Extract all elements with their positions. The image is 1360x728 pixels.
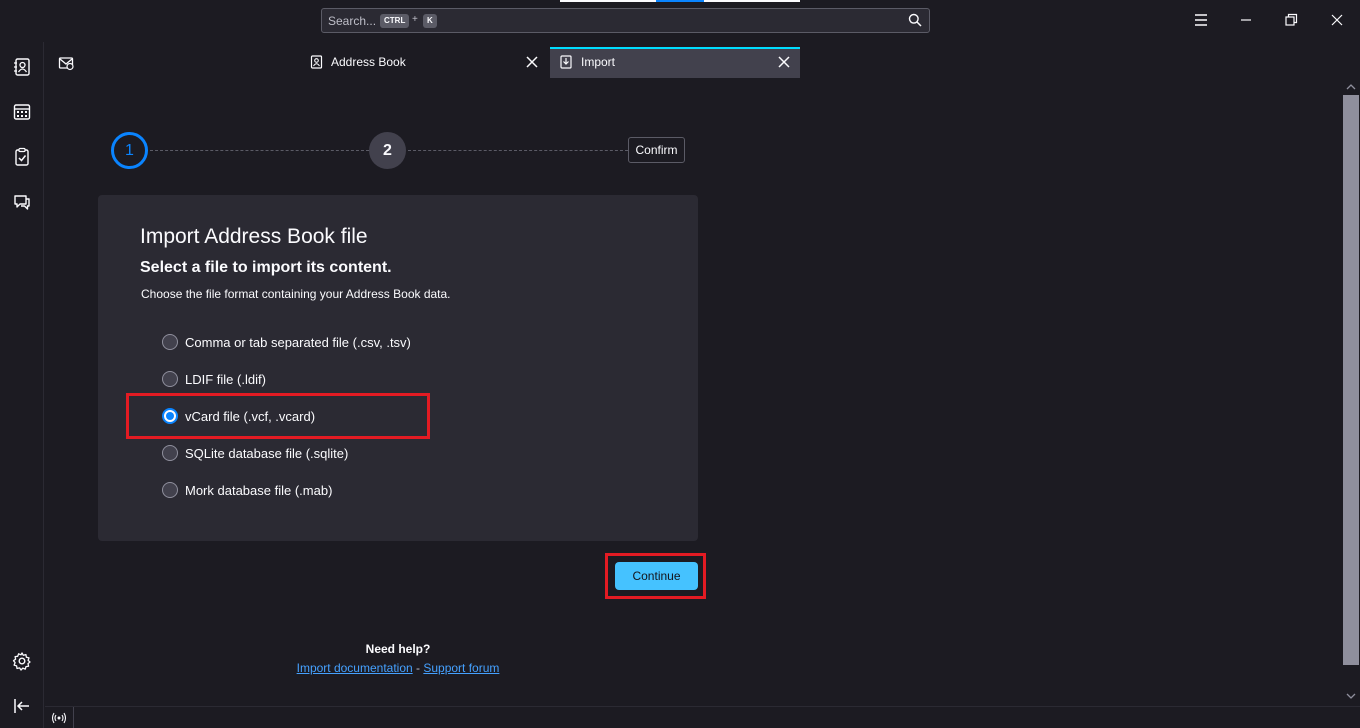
status-bar [45, 706, 1360, 728]
online-status-icon[interactable] [51, 711, 67, 725]
import-panel: Import Address Book file Select a file t… [98, 195, 698, 541]
tab-bar: Address Book Import [45, 42, 1360, 78]
step-connector [150, 150, 369, 151]
search-input[interactable]: Search... CTRL + K [321, 8, 930, 33]
radio-button[interactable] [162, 482, 178, 498]
step-2-indicator: 2 [369, 132, 406, 169]
link-separator: - [412, 661, 424, 675]
close-tab-icon[interactable] [525, 55, 539, 69]
step-connector [408, 150, 628, 151]
calendar-icon[interactable] [12, 102, 32, 122]
scrollbar-thumb[interactable] [1343, 95, 1359, 665]
help-links: Import documentation - Support forum [0, 661, 796, 675]
support-forum-link[interactable]: Support forum [423, 661, 499, 675]
chat-icon[interactable] [12, 192, 32, 212]
tab-import[interactable]: Import [550, 47, 800, 78]
mail-tab-icon[interactable] [58, 55, 74, 71]
search-icon[interactable] [908, 13, 922, 27]
title-bar: Search... CTRL + K [0, 0, 1360, 42]
scroll-up-icon[interactable] [1346, 82, 1356, 92]
highlight-box-continue [605, 553, 706, 599]
option-label: LDIF file (.ldif) [185, 372, 266, 387]
address-book-icon[interactable] [12, 57, 32, 77]
address-book-icon [310, 55, 323, 69]
radio-button[interactable] [162, 371, 178, 387]
panel-description: Choose the file format containing your A… [141, 287, 451, 301]
radio-button[interactable] [162, 445, 178, 461]
restore-icon[interactable] [1281, 10, 1301, 30]
app-menu-icon[interactable] [1191, 10, 1211, 30]
tab-address-book[interactable]: Address Book [295, 47, 547, 78]
spaces-toolbar [0, 0, 44, 728]
search-placeholder: Search... [328, 14, 377, 28]
menubar-indicator-accent [656, 0, 704, 2]
step-1-indicator: 1 [111, 132, 148, 169]
tab-import-label: Import [581, 55, 616, 69]
scroll-down-icon[interactable] [1346, 691, 1356, 701]
status-divider [73, 707, 74, 728]
import-documentation-link[interactable]: Import documentation [297, 661, 413, 675]
menubar-indicator-right [704, 0, 800, 2]
tab-address-book-label: Address Book [331, 55, 406, 69]
menubar-indicator [560, 0, 656, 2]
shortcut-plus: + [412, 14, 418, 25]
step-confirm-indicator: Confirm [628, 137, 685, 163]
minimize-icon[interactable] [1236, 10, 1256, 30]
option-label: Mork database file (.mab) [185, 483, 333, 498]
shortcut-ctrl-key: CTRL [380, 14, 410, 28]
help-title: Need help? [365, 642, 431, 656]
import-icon [560, 55, 572, 69]
option-label: SQLite database file (.sqlite) [185, 446, 349, 461]
radio-button[interactable] [162, 334, 178, 350]
panel-subtitle: Select a file to import its content. [140, 259, 392, 276]
panel-title: Import Address Book file [140, 225, 368, 248]
highlight-box-vcard [126, 393, 430, 439]
tasks-icon[interactable] [12, 147, 32, 167]
close-tab-icon[interactable] [777, 55, 791, 69]
close-window-icon[interactable] [1327, 10, 1347, 30]
shortcut-k-key: K [423, 14, 437, 28]
collapse-sidebar-icon[interactable] [12, 696, 32, 716]
option-label: Comma or tab separated file (.csv, .tsv) [185, 335, 411, 350]
